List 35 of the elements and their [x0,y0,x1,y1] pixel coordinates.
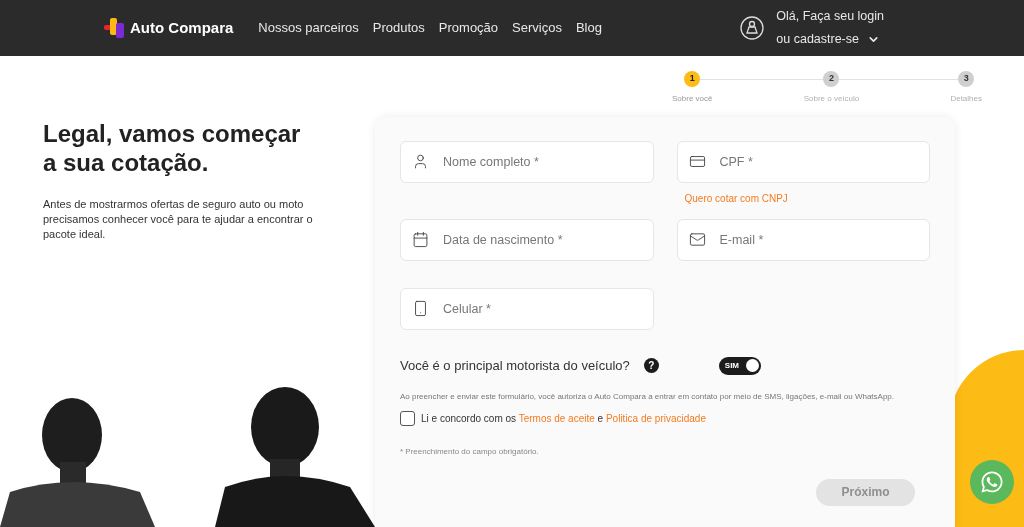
whatsapp-icon [980,470,1004,494]
mail-icon [688,231,706,248]
input-field[interactable]: Nome completo * [400,141,654,183]
intro-text: Antes de mostrarmos ofertas de seguro auto ou moto precisamos conhecer você para te ajudar a encontrar o pacote ideal. [43,197,314,242]
input-field[interactable]: Data de nascimento * [400,219,654,261]
question-text: Você é o principal motorista do veículo? [400,357,630,375]
card-icon [688,153,706,170]
phone-icon [412,300,429,317]
nav-link[interactable]: Promoção [438,18,499,38]
input-field[interactable]: CPF * [676,141,930,183]
step-label: Sobre você [672,93,713,105]
signup-menu[interactable]: ou cadastre-se [776,30,884,49]
step-label: Detalhes [950,93,982,105]
person-icon [412,153,429,170]
login-text[interactable]: Olá, Faça seu login [776,7,884,26]
help-icon[interactable]: ? [643,358,659,374]
calendar-icon [412,231,429,248]
logo-icon [104,18,126,38]
required-note: * Preenchimento do campo obrigatório. [400,445,540,458]
consent-note: Ao preencher e enviar este formulário, você autoriza o Auto Compara a entrar em contato por meio de SMS, ligações, e-mail ou WhatsApp. [400,391,896,402]
input-field[interactable]: E-mail * [676,219,930,261]
page-title: Legal, vamos começar a sua cotação. [43,119,302,177]
input-field[interactable]: Celular * [400,288,654,330]
nav-link[interactable]: Blog [575,18,602,38]
toggle-switch[interactable]: SIM [718,356,761,375]
step-number: 1 [684,71,701,87]
nav-link[interactable]: Serviços [512,18,562,38]
logo-text: Auto Compara [130,17,234,38]
terms-checkbox[interactable] [400,410,415,426]
user-icon [740,16,765,40]
terms-text: Li e concordo com os Termos de aceite e Politica de privacidade [421,411,706,426]
step-number: 3 [958,71,975,87]
nav-link[interactable]: Produtos [372,18,425,38]
nav-link[interactable]: Nossos parceiros [258,18,359,38]
step-number: 2 [823,71,840,87]
